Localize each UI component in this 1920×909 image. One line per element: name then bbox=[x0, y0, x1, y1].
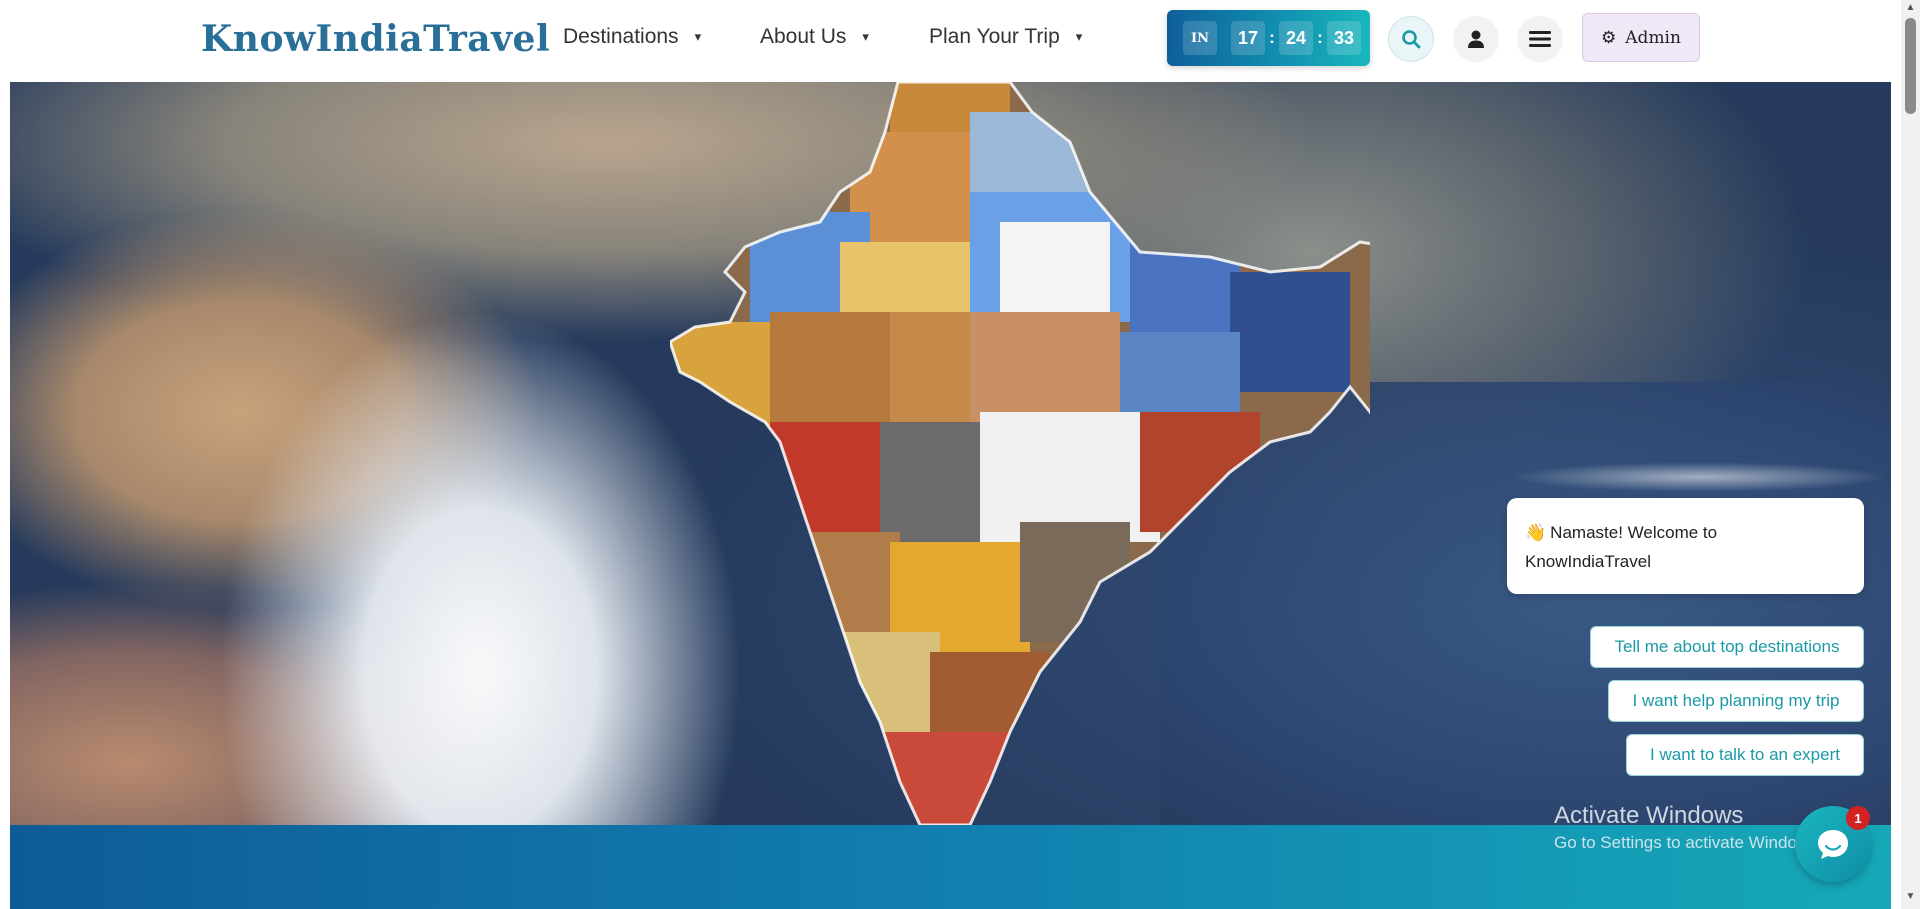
watermark-title: Activate Windows bbox=[1554, 802, 1744, 829]
clock-hours: 17 bbox=[1231, 21, 1265, 55]
account-button[interactable] bbox=[1453, 16, 1499, 62]
site-header: KnowIndiaTravel Destinations ▾ About Us … bbox=[0, 0, 1900, 82]
chat-welcome-message: 👋 Namaste! Welcome to KnowIndiaTravel bbox=[1507, 498, 1864, 594]
watermark-subtitle: Go to Settings to activate Windows. bbox=[1554, 833, 1823, 852]
scroll-down-arrow-icon[interactable]: ▼ bbox=[1901, 891, 1920, 905]
user-icon bbox=[1468, 30, 1484, 48]
nav-about-us-label: About Us bbox=[760, 25, 847, 48]
clock-seconds: 33 bbox=[1327, 21, 1361, 55]
india-time-clock: IN 17 : 24 : 33 bbox=[1167, 10, 1370, 66]
chevron-down-icon: ▾ bbox=[862, 29, 869, 44]
admin-button[interactable]: ⚙ Admin bbox=[1582, 13, 1700, 62]
nav-plan-your-trip-label: Plan Your Trip bbox=[929, 25, 1060, 48]
search-button[interactable] bbox=[1388, 16, 1434, 62]
gear-icon: ⚙ bbox=[1601, 27, 1617, 48]
scroll-up-arrow-icon[interactable]: ▲ bbox=[1901, 2, 1920, 16]
menu-button[interactable] bbox=[1517, 16, 1563, 62]
clock-minutes: 24 bbox=[1279, 21, 1313, 55]
chevron-down-icon: ▾ bbox=[694, 29, 702, 44]
hamburger-menu-icon bbox=[1529, 31, 1551, 47]
clock-separator: : bbox=[1317, 28, 1323, 47]
clock-separator: : bbox=[1269, 28, 1275, 47]
nav-about-us[interactable]: About Us ▾ bbox=[760, 25, 869, 49]
nav-plan-your-trip[interactable]: Plan Your Trip ▾ bbox=[929, 25, 1082, 49]
quick-reply-talk-expert[interactable]: I want to talk to an expert bbox=[1626, 734, 1864, 776]
page-scrollbar[interactable]: ▲ ▼ bbox=[1901, 0, 1920, 909]
nav-destinations[interactable]: Destinations ▾ bbox=[563, 25, 701, 49]
clock-country-code: IN bbox=[1183, 21, 1217, 55]
site-logo[interactable]: KnowIndiaTravel bbox=[201, 18, 550, 60]
windows-activation-watermark: Activate Windows Go to Settings to activ… bbox=[1554, 802, 1822, 853]
chat-greeting-text: Namaste! Welcome to KnowIndiaTravel bbox=[1525, 523, 1718, 571]
search-icon bbox=[1402, 30, 1421, 49]
nav-destinations-label: Destinations bbox=[563, 25, 679, 48]
scrollbar-thumb[interactable] bbox=[1905, 18, 1916, 114]
chevron-down-icon: ▾ bbox=[1075, 29, 1083, 44]
unread-count-badge: 1 bbox=[1846, 806, 1870, 830]
hero-horizon-glow bbox=[1510, 462, 1890, 492]
chat-bubble-icon bbox=[1818, 830, 1848, 859]
quick-reply-top-destinations[interactable]: Tell me about top destinations bbox=[1590, 626, 1864, 668]
admin-button-label: Admin bbox=[1625, 27, 1681, 48]
quick-reply-plan-trip[interactable]: I want help planning my trip bbox=[1608, 680, 1864, 722]
waving-hand-icon: 👋 bbox=[1525, 523, 1547, 542]
india-collage-map bbox=[670, 82, 1370, 825]
